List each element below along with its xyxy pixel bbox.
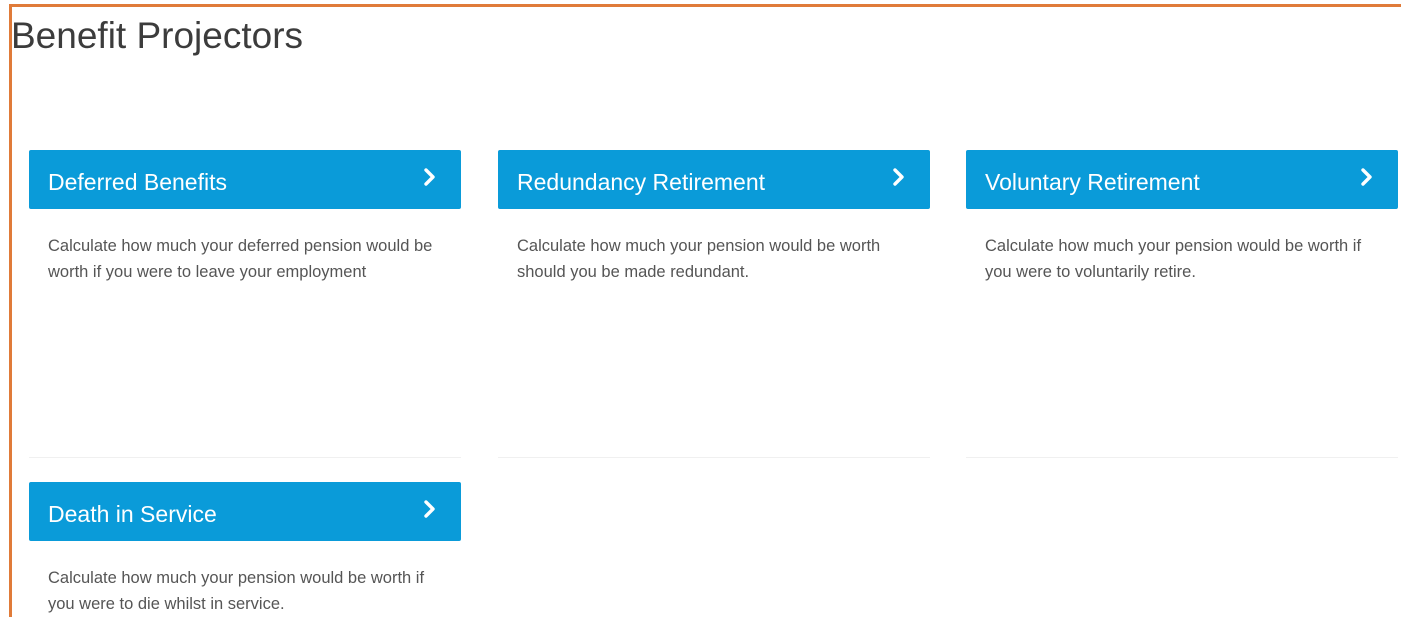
projector-card-voluntary-retirement: Voluntary Retirement Calculate how much … <box>966 150 1398 458</box>
chevron-right-icon <box>424 500 435 518</box>
deferred-benefits-button[interactable]: Deferred Benefits <box>29 150 461 209</box>
card-title: Death in Service <box>48 501 217 527</box>
page-title: Benefit Projectors <box>11 15 304 56</box>
frame-border-top <box>9 4 1401 7</box>
redundancy-retirement-button[interactable]: Redundancy Retirement <box>498 150 930 209</box>
frame-border-left <box>9 4 12 617</box>
chevron-right-icon <box>424 168 435 186</box>
projector-card-death-in-service: Death in Service Calculate how much your… <box>29 482 461 617</box>
card-description: Calculate how much your pension would be… <box>48 569 425 613</box>
voluntary-retirement-button[interactable]: Voluntary Retirement <box>966 150 1398 209</box>
projector-card-deferred-benefits: Deferred Benefits Calculate how much you… <box>29 150 461 458</box>
card-title: Redundancy Retirement <box>517 169 766 195</box>
chevron-right-icon <box>1361 168 1372 186</box>
card-description: Calculate how much your pension would be… <box>985 237 1362 281</box>
death-in-service-button[interactable]: Death in Service <box>29 482 461 541</box>
card-divider <box>966 457 1398 458</box>
card-divider <box>29 457 461 458</box>
chevron-right-icon <box>893 168 904 186</box>
projector-card-redundancy-retirement: Redundancy Retirement Calculate how much… <box>498 150 930 458</box>
card-title: Voluntary Retirement <box>985 169 1200 195</box>
card-description: Calculate how much your deferred pension… <box>48 237 433 281</box>
card-divider <box>498 457 930 458</box>
page: Benefit Projectors Deferred Benefits Cal… <box>0 0 1401 617</box>
card-description: Calculate how much your pension would be… <box>517 237 881 281</box>
card-title: Deferred Benefits <box>48 169 227 195</box>
